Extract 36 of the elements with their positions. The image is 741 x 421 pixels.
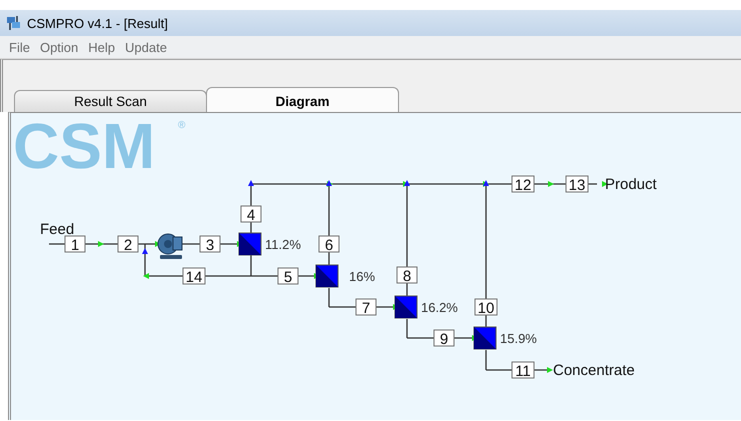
menu-item[interactable]: Update (120, 38, 172, 56)
stream-label: 12 (512, 176, 534, 194)
registered-mark: ® (178, 120, 186, 131)
menu-item[interactable]: Option (34, 38, 84, 56)
membrane-icon (474, 326, 496, 350)
menu-item[interactable]: File (4, 38, 35, 56)
stream-label: 10 (474, 298, 498, 317)
stream-label: 2 (118, 236, 138, 254)
window-title: CSMPRO v4.1 - [Result] (27, 16, 168, 30)
product-label: Product (605, 176, 657, 193)
stream-label: 13 (566, 176, 588, 194)
stream-label: 3 (200, 236, 220, 254)
stream-label: 8 (396, 266, 418, 285)
stream-label: 9 (434, 330, 454, 348)
logo: CSM (13, 113, 156, 182)
stream-label: 6 (318, 236, 340, 254)
stream-label: 1 (64, 236, 86, 254)
recovery-label: 15.9% (500, 331, 537, 346)
menu-item[interactable]: Help (83, 38, 120, 56)
tab[interactable]: Diagram (206, 87, 399, 112)
tab[interactable]: Result Scan (14, 90, 207, 112)
recovery-label: 11.2% (265, 237, 301, 252)
pump-icon (158, 234, 182, 259)
stream-label: 4 (240, 206, 262, 224)
app-icon (6, 15, 22, 31)
feed-label: Feed (40, 221, 74, 238)
recovery-label: 16.2% (421, 300, 458, 315)
stream-label: 5 (278, 268, 298, 286)
membrane-icon (394, 296, 418, 318)
stream-label: 7 (356, 298, 376, 317)
recovery-label: 16% (349, 269, 376, 284)
membrane-icon (238, 232, 262, 256)
concentrate-label: Concentrate (553, 362, 635, 379)
stream-label: 14 (182, 268, 206, 286)
membrane-icon (316, 264, 338, 288)
stream-label: 11 (512, 362, 534, 380)
